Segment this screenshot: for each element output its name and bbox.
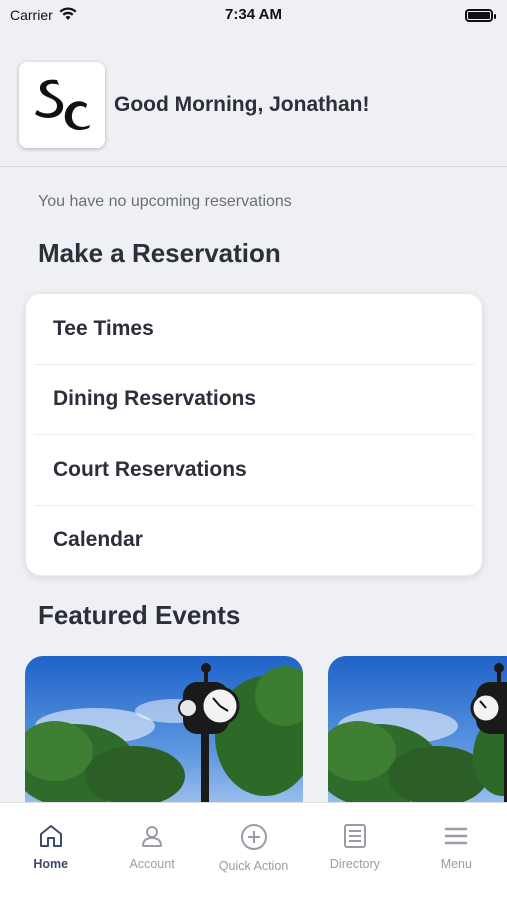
status-time: 7:34 AM xyxy=(225,6,282,23)
tab-directory[interactable]: Directory xyxy=(304,803,405,900)
menu-icon xyxy=(445,827,468,845)
tab-home-label: Home xyxy=(33,857,69,871)
tab-bar: Home Account Quick Action Directory Menu xyxy=(0,802,507,900)
tab-menu-label: Menu xyxy=(440,857,472,871)
dining-reservations-option[interactable]: Dining Reservations xyxy=(34,365,474,435)
battery-icon xyxy=(465,8,496,22)
calendar-option[interactable]: Calendar xyxy=(34,506,474,576)
tee-times-option[interactable]: Tee Times xyxy=(34,294,474,365)
reservations-status: You have no upcoming reservations xyxy=(38,193,292,210)
greeting-text: Good Morning, Jonathan! xyxy=(114,93,370,116)
account-icon xyxy=(142,826,163,847)
header-divider xyxy=(0,166,507,167)
featured-events-title: Featured Events xyxy=(38,600,241,630)
tab-menu[interactable]: Menu xyxy=(406,803,507,900)
plus-circle-icon xyxy=(240,824,267,850)
make-reservation-title: Make a Reservation xyxy=(38,238,281,268)
tab-home[interactable]: Home xyxy=(0,803,101,900)
reservation-options-card: Tee Times Dining Reservations Court Rese… xyxy=(26,294,482,576)
tab-account-label: Account xyxy=(129,857,175,871)
tab-directory-label: Directory xyxy=(329,857,380,871)
featured-event-card[interactable] xyxy=(25,656,303,816)
club-logo xyxy=(19,62,105,148)
home-icon xyxy=(39,825,62,847)
status-bar: Carrier 7:34 AM xyxy=(0,0,507,30)
tab-quick-action-label: Quick Action xyxy=(218,859,289,873)
header: Good Morning, Jonathan! xyxy=(19,62,369,148)
tab-quick-action[interactable]: Quick Action xyxy=(203,803,304,900)
tab-account[interactable]: Account xyxy=(101,803,202,900)
featured-event-card[interactable] xyxy=(328,656,507,816)
event-clock-image xyxy=(25,656,303,816)
directory-icon xyxy=(343,824,366,848)
event-clock-image xyxy=(328,656,507,816)
court-reservations-option[interactable]: Court Reservations xyxy=(34,435,474,506)
